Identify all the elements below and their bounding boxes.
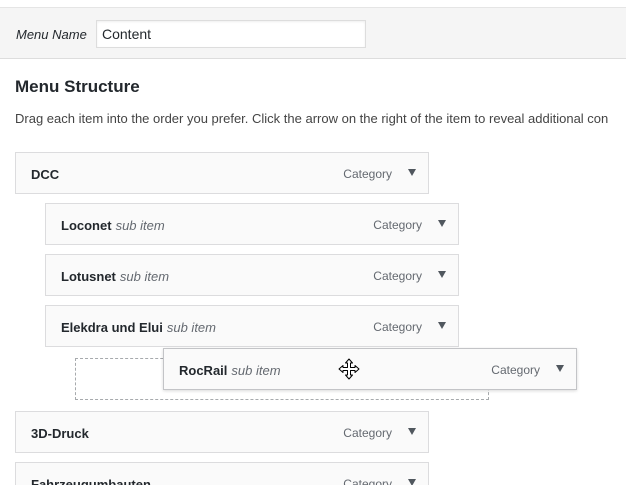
menu-name-label: Menu Name [16,27,87,42]
triangle-down-icon[interactable] [408,428,416,435]
menu-item-type: Category [343,477,392,485]
menu-item-type: Category [373,218,422,232]
triangle-down-icon[interactable] [438,220,446,227]
menu-item-fahrzeugumbauten[interactable]: Fahrzeugumbauten Category [15,462,429,485]
move-cursor-icon [338,358,360,380]
menu-structure-instructions: Drag each item into the order you prefer… [15,111,609,126]
menu-item-type: Category [373,269,422,283]
menu-item-dcc[interactable]: DCC Category [15,152,429,194]
menu-item-sub-label: sub item [119,269,170,284]
menu-item-3d-druck[interactable]: 3D-Druck Category [15,411,429,453]
menu-item-type: Category [343,167,392,181]
menu-item-elekdra-und-elui[interactable]: Elekdra und Elui sub item Category [45,305,459,347]
menu-item-type: Category [343,426,392,440]
menu-item-title: Loconet [61,218,112,233]
menu-item-title: Elekdra und Elui [61,320,163,335]
menu-item-title: 3D-Druck [31,426,89,441]
menu-item-title: Fahrzeugumbauten [31,477,151,485]
menu-item-lotusnet[interactable]: Lotusnet sub item Category [45,254,459,296]
menu-item-sub-label: sub item [115,218,165,233]
menu-item-loconet[interactable]: Loconet sub item Category [45,203,459,245]
menu-item-sub-label: sub item [166,320,216,335]
menu-item-sub-label: sub item [231,363,281,378]
triangle-down-icon[interactable] [556,365,564,372]
triangle-down-icon[interactable] [408,169,416,176]
menu-item-rocrail[interactable]: RocRail sub item Category [163,348,577,390]
menu-item-type: Category [491,363,540,377]
menu-name-input[interactable] [96,20,366,48]
triangle-down-icon[interactable] [438,271,446,278]
menu-item-title: DCC [31,167,60,182]
triangle-down-icon[interactable] [408,479,416,485]
triangle-down-icon[interactable] [438,322,446,329]
menu-item-title: Lotusnet [61,269,116,284]
menu-item-title: RocRail [179,363,228,378]
menu-editor-page: Menu Name Menu Structure Drag each item … [0,0,626,485]
menu-name-bar: Menu Name [0,7,626,59]
menu-item-type: Category [373,320,422,334]
menu-structure-title: Menu Structure [15,77,140,96]
